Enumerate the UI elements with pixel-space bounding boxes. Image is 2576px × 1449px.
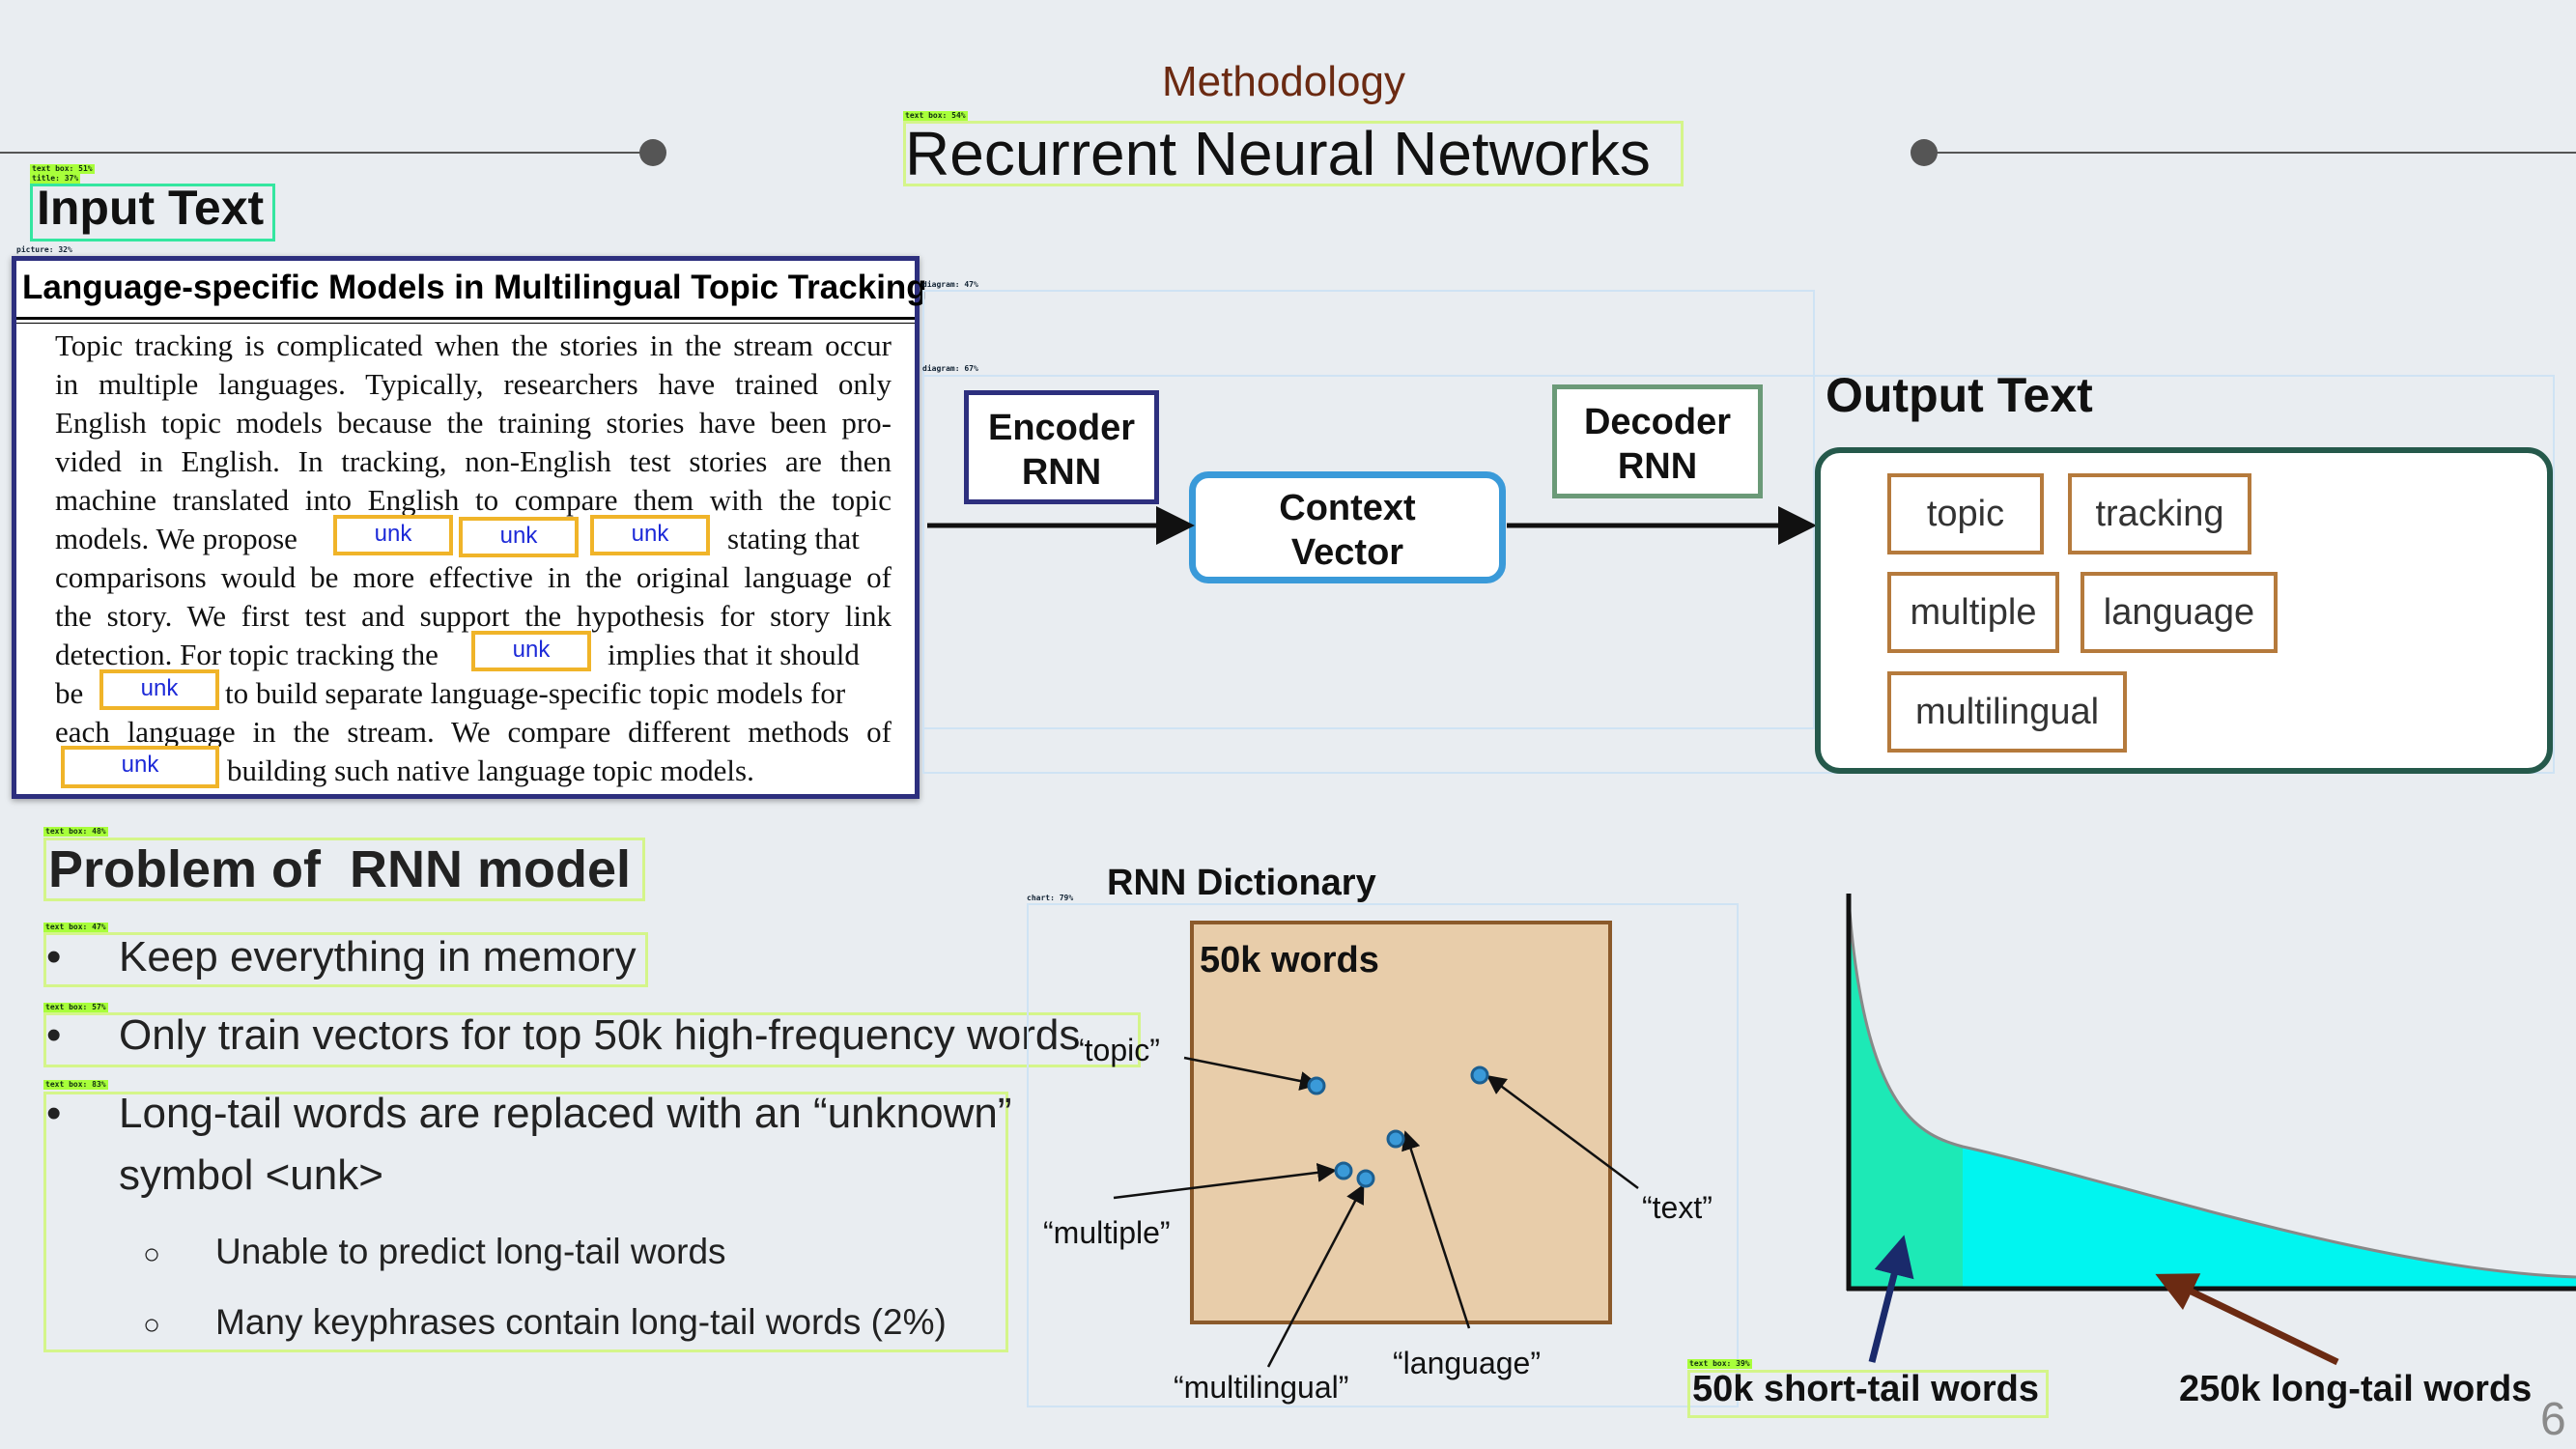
- bullet-glyph: •: [46, 1090, 62, 1137]
- diagram-detection-tag-outer: diagram: 47%: [922, 280, 978, 289]
- encoder-label-line1: Encoder: [987, 408, 1136, 448]
- label-topic: “topic”: [1074, 1033, 1160, 1067]
- output-word-topic: topic: [1887, 473, 2044, 554]
- abstract-line-11: each language in the stream. We compare …: [55, 715, 892, 749]
- page-number: 6: [2540, 1394, 2566, 1445]
- sub-bullet-2: ○ Many keyphrases contain long-tail word…: [143, 1302, 947, 1343]
- paper-title-rule: [16, 317, 915, 320]
- input-heading-detection-tag-1: text box: 51%: [30, 164, 95, 174]
- dictionary-point: [1356, 1169, 1375, 1188]
- bullet-item-3-continued: symbol <unk>: [119, 1151, 383, 1199]
- paper-abstract-image: Language-specific Models in Multilingual…: [12, 256, 927, 799]
- diagram-detection-tag-inner: diagram: 67%: [922, 364, 978, 373]
- abstract-line-9-tail: implies that it should: [608, 638, 860, 671]
- dictionary-point: [1307, 1076, 1326, 1095]
- label-language: “language”: [1393, 1346, 1541, 1380]
- dictionary-heading: RNN Dictionary: [1107, 863, 1376, 903]
- input-heading: Input Text: [37, 181, 265, 235]
- abstract-line-12: building such native language topic mode…: [227, 753, 754, 787]
- dictionary-point: [1334, 1161, 1353, 1180]
- bullet-1-detection-tag: text box: 47%: [43, 923, 108, 932]
- abstract-line-7: comparisons would be more effective in t…: [55, 560, 892, 594]
- bullet-glyph: •: [46, 933, 62, 980]
- pointer-language: [1401, 1130, 1471, 1329]
- abstract-line-10-tail: to build separate language-specific topi…: [225, 676, 846, 710]
- abstract-line-6: models. We propose: [55, 522, 297, 555]
- bullet-text-1: Keep everything in memory: [119, 933, 637, 980]
- bullet-glyph: •: [46, 1011, 62, 1059]
- problem-heading: Problem of RNN model: [48, 840, 632, 898]
- encoder-label-line2: RNN: [1021, 452, 1102, 493]
- abstract-line-6-tail: stating that: [727, 522, 860, 555]
- arrow-long-tail: [2155, 1273, 2339, 1366]
- pointer-multilingual: [1266, 1183, 1365, 1368]
- abstract-line-10: be: [55, 676, 84, 710]
- unk-token: unk: [471, 631, 591, 671]
- abstract-line-2: in multiple languages. Typically, resear…: [55, 367, 892, 401]
- abstract-line-5: machine translated into English to compa…: [55, 483, 892, 517]
- unk-token: unk: [333, 515, 453, 555]
- abstract-line-1: Topic tracking is complicated when the s…: [55, 328, 892, 362]
- bullet-item-3: • Long-tail words are replaced with an “…: [46, 1090, 1012, 1138]
- output-word-multiple: multiple: [1887, 572, 2059, 653]
- pointer-multiple: [1113, 1162, 1337, 1200]
- decoder-label-line2: RNN: [1617, 446, 1698, 487]
- long-tail-arrows: [1868, 1235, 2339, 1366]
- arrow-short-tail: [1868, 1235, 1914, 1363]
- unk-token: unk: [459, 517, 579, 557]
- paper-title: Language-specific Models in Multilingual…: [22, 269, 927, 306]
- unk-token: unk: [61, 746, 219, 788]
- short-tail-detection-tag: text box: 39%: [1687, 1359, 1752, 1369]
- label-multiple: “multiple”: [1043, 1215, 1171, 1250]
- abstract-line-4: vided in English. In tracking, non-Engli…: [55, 444, 892, 478]
- chart-detection-tag: chart: 79%: [1027, 894, 1074, 902]
- sub-bullet-text-2: Many keyphrases contain long-tail words …: [215, 1302, 947, 1342]
- slide-title: Recurrent Neural Networks: [905, 119, 1651, 188]
- picture-detection-tag: picture: 32%: [16, 245, 72, 254]
- unk-token: unk: [99, 669, 219, 710]
- bullet-text-3: Long-tail words are replaced with an “un…: [119, 1090, 1012, 1137]
- sub-bullet-glyph: ○: [143, 1238, 161, 1270]
- decoder-label-line1: Decoder: [1583, 402, 1732, 442]
- encoder-rnn-box: Encoder RNN: [964, 390, 1159, 504]
- sub-bullet-text-1: Unable to predict long-tail words: [215, 1232, 726, 1271]
- output-word-multilingual: multilingual: [1887, 671, 2127, 753]
- sub-bullet-1: ○ Unable to predict long-tail words: [143, 1232, 726, 1272]
- dictionary-point: [1470, 1065, 1489, 1085]
- label-text: “text”: [1642, 1190, 1713, 1225]
- bullet-3-detection-tag: text box: 83%: [43, 1080, 108, 1090]
- label-multilingual: “multilingual”: [1174, 1370, 1349, 1405]
- sub-bullet-glyph: ○: [143, 1309, 161, 1341]
- pointer-topic: [1183, 1056, 1319, 1091]
- output-word-tracking: tracking: [2068, 473, 2251, 554]
- abstract-line-3: English topic models because the trainin…: [55, 406, 892, 440]
- bullet-item-1: • Keep everything in memory: [46, 933, 637, 981]
- dictionary-point: [1386, 1129, 1405, 1149]
- short-tail-label: 50k short-tail words: [1692, 1369, 2039, 1409]
- decoder-rnn-box: Decoder RNN: [1552, 384, 1763, 498]
- output-word-language: language: [2081, 572, 2278, 653]
- flow-arrows: [927, 506, 1817, 545]
- abstract-line-8: the story. We first test and support the…: [55, 599, 892, 633]
- bullet-item-2: • Only train vectors for top 50k high-fr…: [46, 1011, 1080, 1060]
- pointer-text: [1486, 1075, 1639, 1190]
- dictionary-box-label: 50k words: [1200, 940, 1379, 980]
- header-rule-dot-left: [639, 139, 666, 166]
- paper-title-rule-2: [16, 323, 915, 324]
- section-label: Methodology: [1162, 58, 1405, 105]
- bullet-text-2: Only train vectors for top 50k high-freq…: [119, 1011, 1081, 1059]
- problem-heading-detection-tag: text box: 48%: [43, 827, 108, 837]
- long-tail-label: 250k long-tail words: [2179, 1369, 2533, 1409]
- output-heading: Output Text: [1826, 368, 2093, 422]
- unk-token: unk: [590, 515, 710, 555]
- abstract-line-9: detection. For topic tracking the: [55, 638, 439, 671]
